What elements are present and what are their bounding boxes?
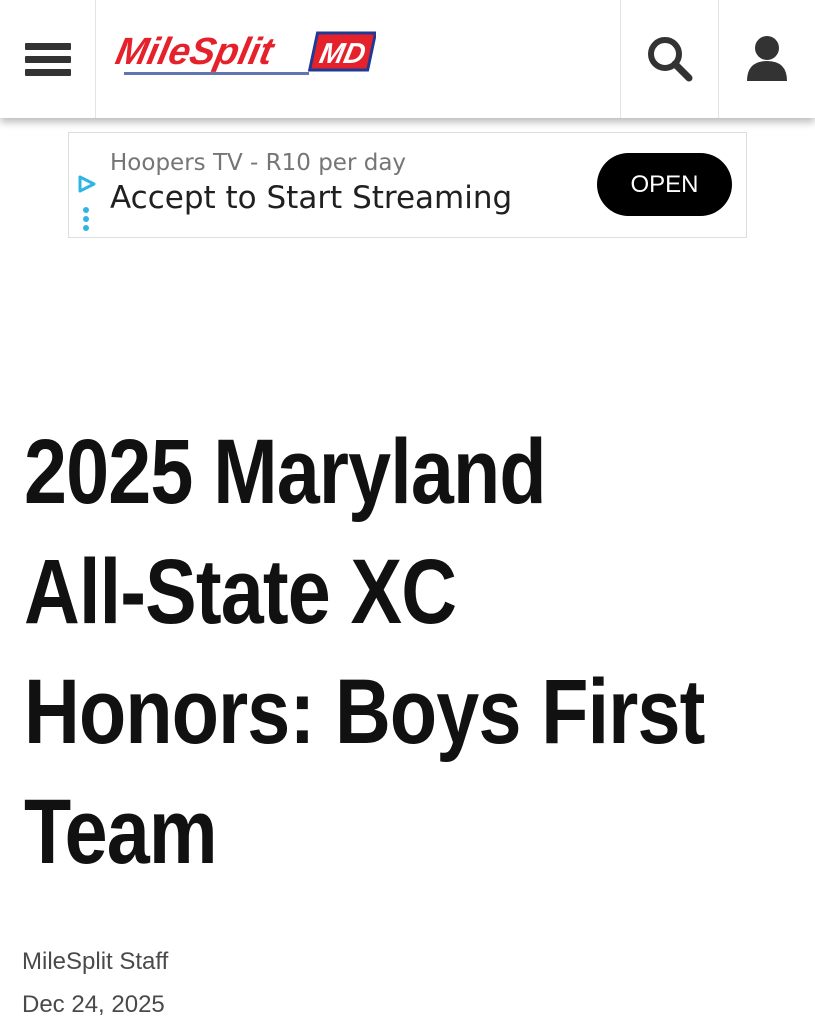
ad-open-button[interactable]: OPEN [597, 153, 732, 216]
ad-sponsor-text: Hoopers TV - R10 per day [110, 150, 407, 176]
article-author[interactable]: MileSplit Staff [22, 948, 168, 976]
site-logo[interactable]: MileSplit MD [114, 26, 376, 80]
article-title-line: Team [24, 781, 218, 883]
ad-headline[interactable]: Accept to Start Streaming [110, 180, 512, 216]
svg-text:MD: MD [317, 37, 369, 70]
article-title-line: 2025 Maryland [24, 421, 547, 523]
user-icon [747, 36, 787, 81]
article-title: 2025 Maryland All-State XC Honors: Boys … [24, 412, 705, 892]
ad-choices-icon[interactable] [73, 173, 99, 235]
article-date: Dec 24, 2025 [22, 991, 165, 1018]
article-title-line: Honors: Boys First [24, 661, 705, 763]
hamburger-menu-icon [24, 37, 71, 82]
account-button[interactable] [718, 0, 815, 118]
search-button[interactable] [620, 0, 718, 118]
advertisement-banner[interactable]: Hoopers TV - R10 per day Accept to Start… [68, 132, 747, 238]
article-title-line: All-State XC [24, 541, 457, 643]
svg-text:MileSplit: MileSplit [114, 30, 279, 73]
site-header: MileSplit MD [0, 0, 815, 118]
search-icon [647, 37, 692, 82]
menu-button[interactable] [0, 0, 96, 118]
milesplit-md-logo: MileSplit MD [114, 30, 376, 75]
